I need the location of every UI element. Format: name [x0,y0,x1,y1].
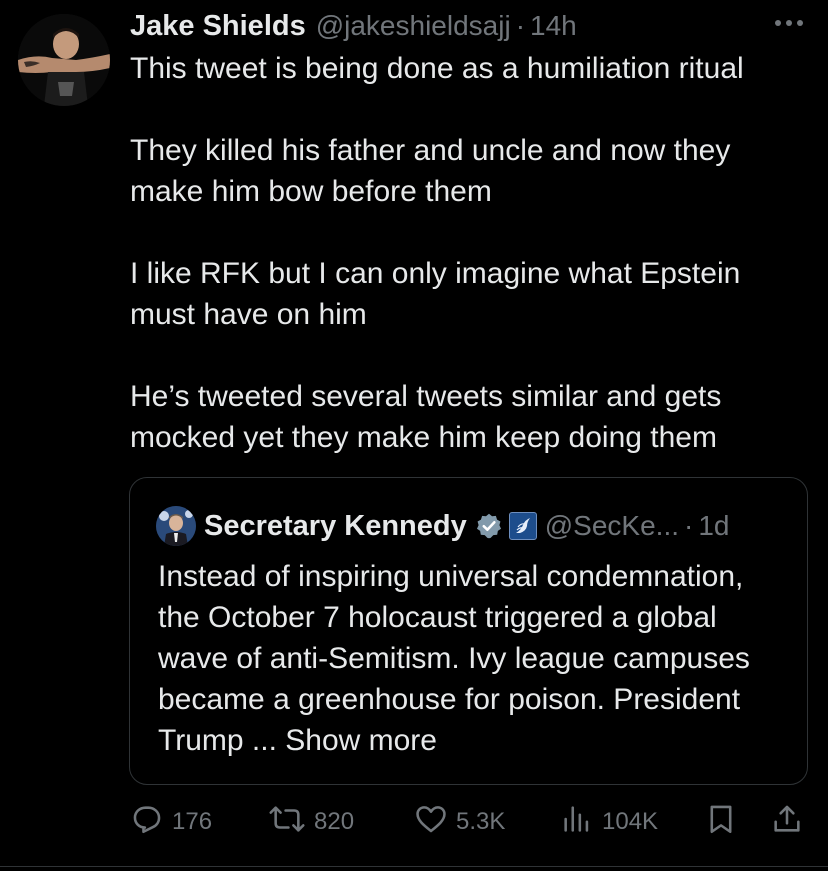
separator-dot: · [684,510,694,541]
tweet-paragraph: I like RFK but I can only imagine what E… [130,257,741,331]
author-name[interactable]: Jake Shields [130,10,306,43]
author-handle[interactable]: @jakeshieldsajj [316,10,511,42]
repost-count: 820 [314,808,355,835]
like-button[interactable]: 5.3K [414,800,505,844]
bookmark-button[interactable] [704,800,738,844]
bookmark-icon [704,802,738,843]
views-count: 104K [602,808,659,835]
quoted-tweet-timestamp[interactable]: 1d [698,510,729,542]
tweet-paragraph: This tweet is being done as a humiliatio… [130,52,744,85]
reply-icon [130,802,164,843]
separator-dot: · [515,10,526,41]
repost-icon [268,802,306,843]
views-icon [560,802,594,843]
government-affiliation-icon [508,512,537,540]
quoted-author-handle[interactable]: @SecKe... [545,510,679,542]
reply-button[interactable]: 176 [130,800,212,844]
share-button[interactable] [770,800,804,844]
repost-button[interactable]: 820 [268,800,354,844]
tweet-text: This tweet is being done as a humiliatio… [130,48,810,458]
quoted-tweet-body: Instead of inspiring universal condemnat… [158,560,750,757]
more-dots-icon[interactable] [772,8,806,38]
tweet-timestamp[interactable]: 14h [530,10,577,42]
quoted-author-name[interactable]: Secretary Kennedy [204,510,467,543]
views-button[interactable]: 104K [560,800,658,844]
like-count: 5.3K [456,808,506,835]
show-more-link[interactable]: Show more [285,724,437,757]
tweet-header: Jake Shields @jakeshieldsajj · 14h [130,6,808,46]
verified-badge-icon [475,512,503,540]
quoted-author-avatar[interactable] [156,506,196,546]
quoted-tweet[interactable]: Secretary Kennedy @SecKe... · 1d Instead… [129,477,808,785]
tweet-actions: 176 820 5.3K 104K [130,800,810,844]
quoted-tweet-header: Secretary Kennedy @SecKe... · 1d [156,504,787,548]
author-avatar[interactable] [18,14,110,106]
tweet[interactable]: Jake Shields @jakeshieldsajj · 14h This … [0,0,828,871]
tweet-paragraph: They killed his father and uncle and now… [130,134,731,208]
tweet-paragraph: He’s tweeted several tweets similar and … [130,380,722,454]
quoted-tweet-text: Instead of inspiring universal condemnat… [158,556,788,761]
heart-icon [414,802,448,843]
share-icon [770,802,804,843]
tweet-divider [0,866,828,867]
reply-count: 176 [172,808,213,835]
